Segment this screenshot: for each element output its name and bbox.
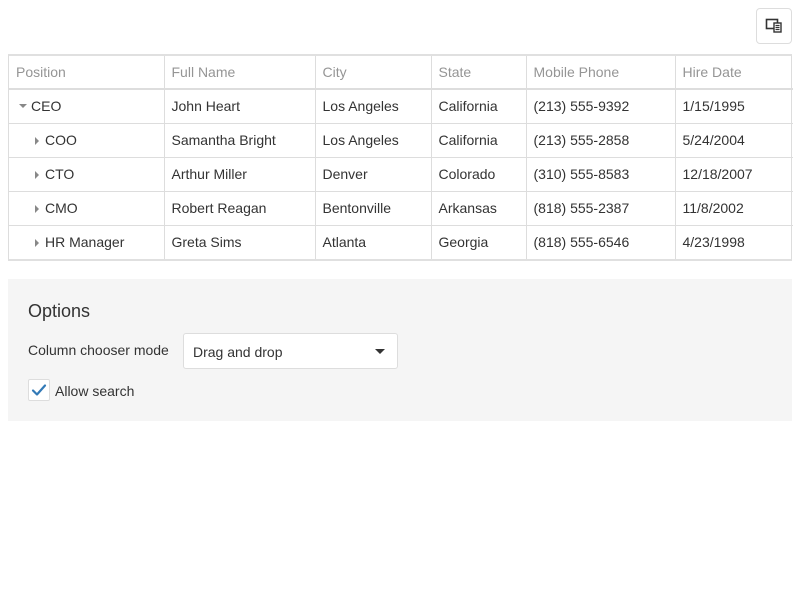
mobile-phone-cell: (818) 555-2387 — [525, 190, 675, 225]
hire-date-cell: 5/24/2004 — [674, 122, 793, 157]
city-cell: Los Angeles — [314, 89, 431, 123]
hire-date-cell: 12/18/2007 — [674, 156, 793, 191]
position-cell: CMO — [9, 190, 164, 225]
city-cell: Bentonville — [314, 190, 431, 225]
select-value: Drag and drop — [193, 344, 283, 360]
allow-search-checkbox[interactable] — [28, 379, 50, 401]
column-chooser-mode-select[interactable]: Drag and drop — [183, 333, 398, 369]
state-cell: Colorado — [430, 156, 526, 191]
column-chooser-icon — [765, 16, 783, 37]
options-title: Options — [28, 301, 91, 321]
city-cell: Denver — [314, 156, 431, 191]
position-text: CEO — [31, 98, 62, 114]
column-chooser-button[interactable] — [756, 8, 792, 44]
full-name-cell: Arthur Miller — [163, 156, 315, 191]
table-row[interactable]: COO Samantha Bright Los Angeles Californ… — [9, 122, 793, 157]
state-cell: Georgia — [430, 224, 526, 259]
expand-arrow-icon[interactable] — [30, 235, 44, 249]
mobile-phone-cell: (213) 555-9392 — [525, 89, 675, 123]
hire-date-cell: 1/15/1995 — [674, 89, 793, 123]
hire-date-cell: 4/23/1998 — [674, 224, 793, 259]
position-text: CTO — [45, 165, 75, 182]
column-header-position[interactable]: Position — [9, 56, 164, 90]
column-header-city[interactable]: City — [314, 56, 431, 90]
full-name-cell: Greta Sims — [163, 224, 315, 259]
position-text: HR Manager — [45, 233, 125, 250]
expand-arrow-icon[interactable] — [30, 133, 44, 147]
table-row[interactable]: HR Manager Greta Sims Atlanta Georgia (8… — [9, 224, 793, 259]
table-row[interactable]: CEO John Heart Los Angeles California (2… — [9, 89, 793, 123]
column-header-state[interactable]: State — [430, 56, 526, 90]
position-cell: HR Manager — [9, 224, 164, 259]
dropdown-arrow-icon — [375, 349, 385, 354]
mobile-phone-cell: (310) 555-8583 — [525, 156, 675, 191]
state-cell: California — [430, 89, 526, 123]
checkmark-icon — [31, 384, 47, 396]
collapse-arrow-icon[interactable] — [16, 99, 30, 113]
allow-search-label[interactable]: Allow search — [55, 383, 134, 399]
position-cell: CEO — [9, 89, 164, 123]
column-chooser-mode-label: Column chooser mode — [28, 342, 169, 358]
position-cell: CTO — [9, 156, 164, 191]
options-panel: Options Column chooser mode Drag and dro… — [8, 279, 792, 421]
mobile-phone-cell: (213) 555-2858 — [525, 122, 675, 157]
full-name-cell: Robert Reagan — [163, 190, 315, 225]
header-row: Position Full Name City State Mobile Pho… — [9, 56, 793, 90]
table-row[interactable]: CTO Arthur Miller Denver Colorado (310) … — [9, 156, 793, 191]
expand-arrow-icon[interactable] — [30, 167, 44, 181]
column-header-hire-date[interactable]: Hire Date — [674, 56, 793, 90]
city-cell: Los Angeles — [314, 122, 431, 157]
full-name-cell: Samantha Bright — [163, 122, 315, 157]
state-cell: California — [430, 122, 526, 157]
hire-date-cell: 11/8/2002 — [674, 190, 793, 225]
position-cell: COO — [9, 122, 164, 157]
position-text: CMO — [45, 199, 78, 216]
table-row[interactable]: CMO Robert Reagan Bentonville Arkansas (… — [9, 190, 793, 225]
city-cell: Atlanta — [314, 224, 431, 259]
column-header-mobile-phone[interactable]: Mobile Phone — [525, 56, 675, 90]
position-text: COO — [45, 131, 77, 148]
full-name-cell: John Heart — [163, 89, 315, 123]
state-cell: Arkansas — [430, 190, 526, 225]
expand-arrow-icon[interactable] — [30, 201, 44, 215]
tree-list: Position Full Name City State Mobile Pho… — [8, 54, 793, 261]
mobile-phone-cell: (818) 555-6546 — [525, 224, 675, 259]
column-header-full-name[interactable]: Full Name — [163, 56, 315, 90]
